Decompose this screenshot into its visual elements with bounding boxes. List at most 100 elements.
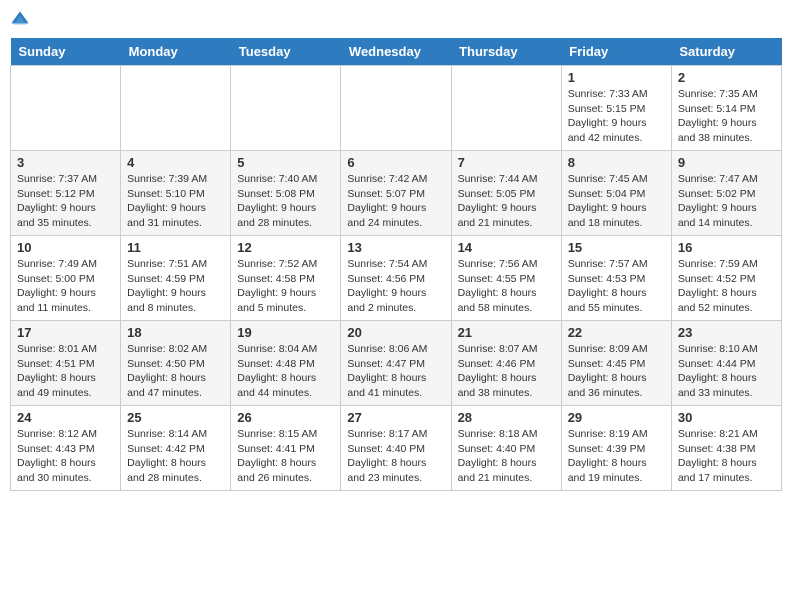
day-info: Sunrise: 7:52 AM Sunset: 4:58 PM Dayligh… [237, 257, 334, 316]
day-cell: 14 Sunrise: 7:56 AM Sunset: 4:55 PM Dayli… [451, 236, 561, 321]
day-cell: 28 Sunrise: 8:18 AM Sunset: 4:40 PM Dayli… [451, 406, 561, 491]
day-number: 16 [678, 240, 775, 255]
day-cell: 22 Sunrise: 8:09 AM Sunset: 4:45 PM Dayli… [561, 321, 671, 406]
day-number: 21 [458, 325, 555, 340]
day-number: 19 [237, 325, 334, 340]
day-number: 15 [568, 240, 665, 255]
day-cell: 12 Sunrise: 7:52 AM Sunset: 4:58 PM Dayli… [231, 236, 341, 321]
day-number: 29 [568, 410, 665, 425]
day-info: Sunrise: 7:56 AM Sunset: 4:55 PM Dayligh… [458, 257, 555, 316]
day-number: 26 [237, 410, 334, 425]
day-cell: 8 Sunrise: 7:45 AM Sunset: 5:04 PM Daylig… [561, 151, 671, 236]
calendar-body: 1 Sunrise: 7:33 AM Sunset: 5:15 PM Daylig… [11, 66, 782, 491]
day-info: Sunrise: 7:44 AM Sunset: 5:05 PM Dayligh… [458, 172, 555, 231]
day-number: 9 [678, 155, 775, 170]
day-cell: 26 Sunrise: 8:15 AM Sunset: 4:41 PM Dayli… [231, 406, 341, 491]
day-header-wednesday: Wednesday [341, 38, 451, 66]
week-row-3: 17Sunrise: 8:01 AM Sunset: 4:51 PM Dayli… [11, 321, 782, 406]
day-number: 5 [237, 155, 334, 170]
calendar-table: SundayMondayTuesdayWednesdayThursdayFrid… [10, 38, 782, 491]
day-number: 10 [17, 240, 114, 255]
day-cell [11, 66, 121, 151]
day-info: Sunrise: 7:45 AM Sunset: 5:04 PM Dayligh… [568, 172, 665, 231]
day-info: Sunrise: 7:59 AM Sunset: 4:52 PM Dayligh… [678, 257, 775, 316]
day-number: 2 [678, 70, 775, 85]
day-cell: 13 Sunrise: 7:54 AM Sunset: 4:56 PM Dayli… [341, 236, 451, 321]
day-cell: 15 Sunrise: 7:57 AM Sunset: 4:53 PM Dayli… [561, 236, 671, 321]
day-info: Sunrise: 7:33 AM Sunset: 5:15 PM Dayligh… [568, 87, 665, 146]
day-cell: 30Sunrise: 8:21 AM Sunset: 4:38 PM Dayli… [671, 406, 781, 491]
day-info: Sunrise: 8:02 AM Sunset: 4:50 PM Dayligh… [127, 342, 224, 401]
day-number: 14 [458, 240, 555, 255]
day-info: Sunrise: 8:10 AM Sunset: 4:44 PM Dayligh… [678, 342, 775, 401]
day-info: Sunrise: 8:06 AM Sunset: 4:47 PM Dayligh… [347, 342, 444, 401]
day-header-thursday: Thursday [451, 38, 561, 66]
logo-icon [10, 10, 30, 30]
day-number: 23 [678, 325, 775, 340]
week-row-4: 24 Sunrise: 8:12 AM Sunset: 4:43 PM Dayli… [11, 406, 782, 491]
day-number: 3 [17, 155, 114, 170]
week-row-0: 1 Sunrise: 7:33 AM Sunset: 5:15 PM Daylig… [11, 66, 782, 151]
day-number: 6 [347, 155, 444, 170]
day-cell: 24 Sunrise: 8:12 AM Sunset: 4:43 PM Dayli… [11, 406, 121, 491]
day-cell: 16 Sunrise: 7:59 AM Sunset: 4:52 PM Dayli… [671, 236, 781, 321]
day-info: Sunrise: 7:35 AM Sunset: 5:14 PM Dayligh… [678, 87, 775, 146]
day-cell: 27Sunrise: 8:17 AM Sunset: 4:40 PM Dayli… [341, 406, 451, 491]
day-cell: 2 Sunrise: 7:35 AM Sunset: 5:14 PM Daylig… [671, 66, 781, 151]
page-header [10, 10, 782, 30]
day-header-saturday: Saturday [671, 38, 781, 66]
day-info: Sunrise: 7:47 AM Sunset: 5:02 PM Dayligh… [678, 172, 775, 231]
day-info: Sunrise: 8:15 AM Sunset: 4:41 PM Dayligh… [237, 427, 334, 486]
day-cell: 6 Sunrise: 7:42 AM Sunset: 5:07 PM Daylig… [341, 151, 451, 236]
day-number: 25 [127, 410, 224, 425]
logo [10, 10, 34, 30]
day-cell [341, 66, 451, 151]
day-number: 1 [568, 70, 665, 85]
day-header-friday: Friday [561, 38, 671, 66]
day-info: Sunrise: 7:57 AM Sunset: 4:53 PM Dayligh… [568, 257, 665, 316]
day-info: Sunrise: 8:09 AM Sunset: 4:45 PM Dayligh… [568, 342, 665, 401]
day-cell [451, 66, 561, 151]
day-info: Sunrise: 8:18 AM Sunset: 4:40 PM Dayligh… [458, 427, 555, 486]
day-number: 28 [458, 410, 555, 425]
day-cell: 10Sunrise: 7:49 AM Sunset: 5:00 PM Dayli… [11, 236, 121, 321]
calendar-header-row: SundayMondayTuesdayWednesdayThursdayFrid… [11, 38, 782, 66]
day-info: Sunrise: 7:37 AM Sunset: 5:12 PM Dayligh… [17, 172, 114, 231]
day-cell: 25 Sunrise: 8:14 AM Sunset: 4:42 PM Dayli… [121, 406, 231, 491]
day-cell: 17Sunrise: 8:01 AM Sunset: 4:51 PM Dayli… [11, 321, 121, 406]
day-info: Sunrise: 7:42 AM Sunset: 5:07 PM Dayligh… [347, 172, 444, 231]
day-cell: 11Sunrise: 7:51 AM Sunset: 4:59 PM Dayli… [121, 236, 231, 321]
day-cell: 3 Sunrise: 7:37 AM Sunset: 5:12 PM Daylig… [11, 151, 121, 236]
day-number: 12 [237, 240, 334, 255]
day-header-sunday: Sunday [11, 38, 121, 66]
day-number: 18 [127, 325, 224, 340]
day-number: 20 [347, 325, 444, 340]
day-info: Sunrise: 8:07 AM Sunset: 4:46 PM Dayligh… [458, 342, 555, 401]
day-header-monday: Monday [121, 38, 231, 66]
day-cell: 18 Sunrise: 8:02 AM Sunset: 4:50 PM Dayli… [121, 321, 231, 406]
day-info: Sunrise: 8:19 AM Sunset: 4:39 PM Dayligh… [568, 427, 665, 486]
day-info: Sunrise: 7:54 AM Sunset: 4:56 PM Dayligh… [347, 257, 444, 316]
day-number: 13 [347, 240, 444, 255]
day-number: 17 [17, 325, 114, 340]
day-number: 11 [127, 240, 224, 255]
day-info: Sunrise: 7:40 AM Sunset: 5:08 PM Dayligh… [237, 172, 334, 231]
day-cell: 19Sunrise: 8:04 AM Sunset: 4:48 PM Dayli… [231, 321, 341, 406]
day-cell: 9 Sunrise: 7:47 AM Sunset: 5:02 PM Daylig… [671, 151, 781, 236]
day-number: 8 [568, 155, 665, 170]
day-number: 24 [17, 410, 114, 425]
day-cell: 4Sunrise: 7:39 AM Sunset: 5:10 PM Daylig… [121, 151, 231, 236]
week-row-1: 3 Sunrise: 7:37 AM Sunset: 5:12 PM Daylig… [11, 151, 782, 236]
day-cell: 5 Sunrise: 7:40 AM Sunset: 5:08 PM Daylig… [231, 151, 341, 236]
day-cell: 7 Sunrise: 7:44 AM Sunset: 5:05 PM Daylig… [451, 151, 561, 236]
day-header-tuesday: Tuesday [231, 38, 341, 66]
day-number: 7 [458, 155, 555, 170]
day-cell: 20 Sunrise: 8:06 AM Sunset: 4:47 PM Dayli… [341, 321, 451, 406]
day-number: 22 [568, 325, 665, 340]
day-cell [231, 66, 341, 151]
day-info: Sunrise: 8:14 AM Sunset: 4:42 PM Dayligh… [127, 427, 224, 486]
day-cell: 29 Sunrise: 8:19 AM Sunset: 4:39 PM Dayli… [561, 406, 671, 491]
day-number: 27 [347, 410, 444, 425]
day-cell: 23 Sunrise: 8:10 AM Sunset: 4:44 PM Dayli… [671, 321, 781, 406]
day-info: Sunrise: 8:12 AM Sunset: 4:43 PM Dayligh… [17, 427, 114, 486]
